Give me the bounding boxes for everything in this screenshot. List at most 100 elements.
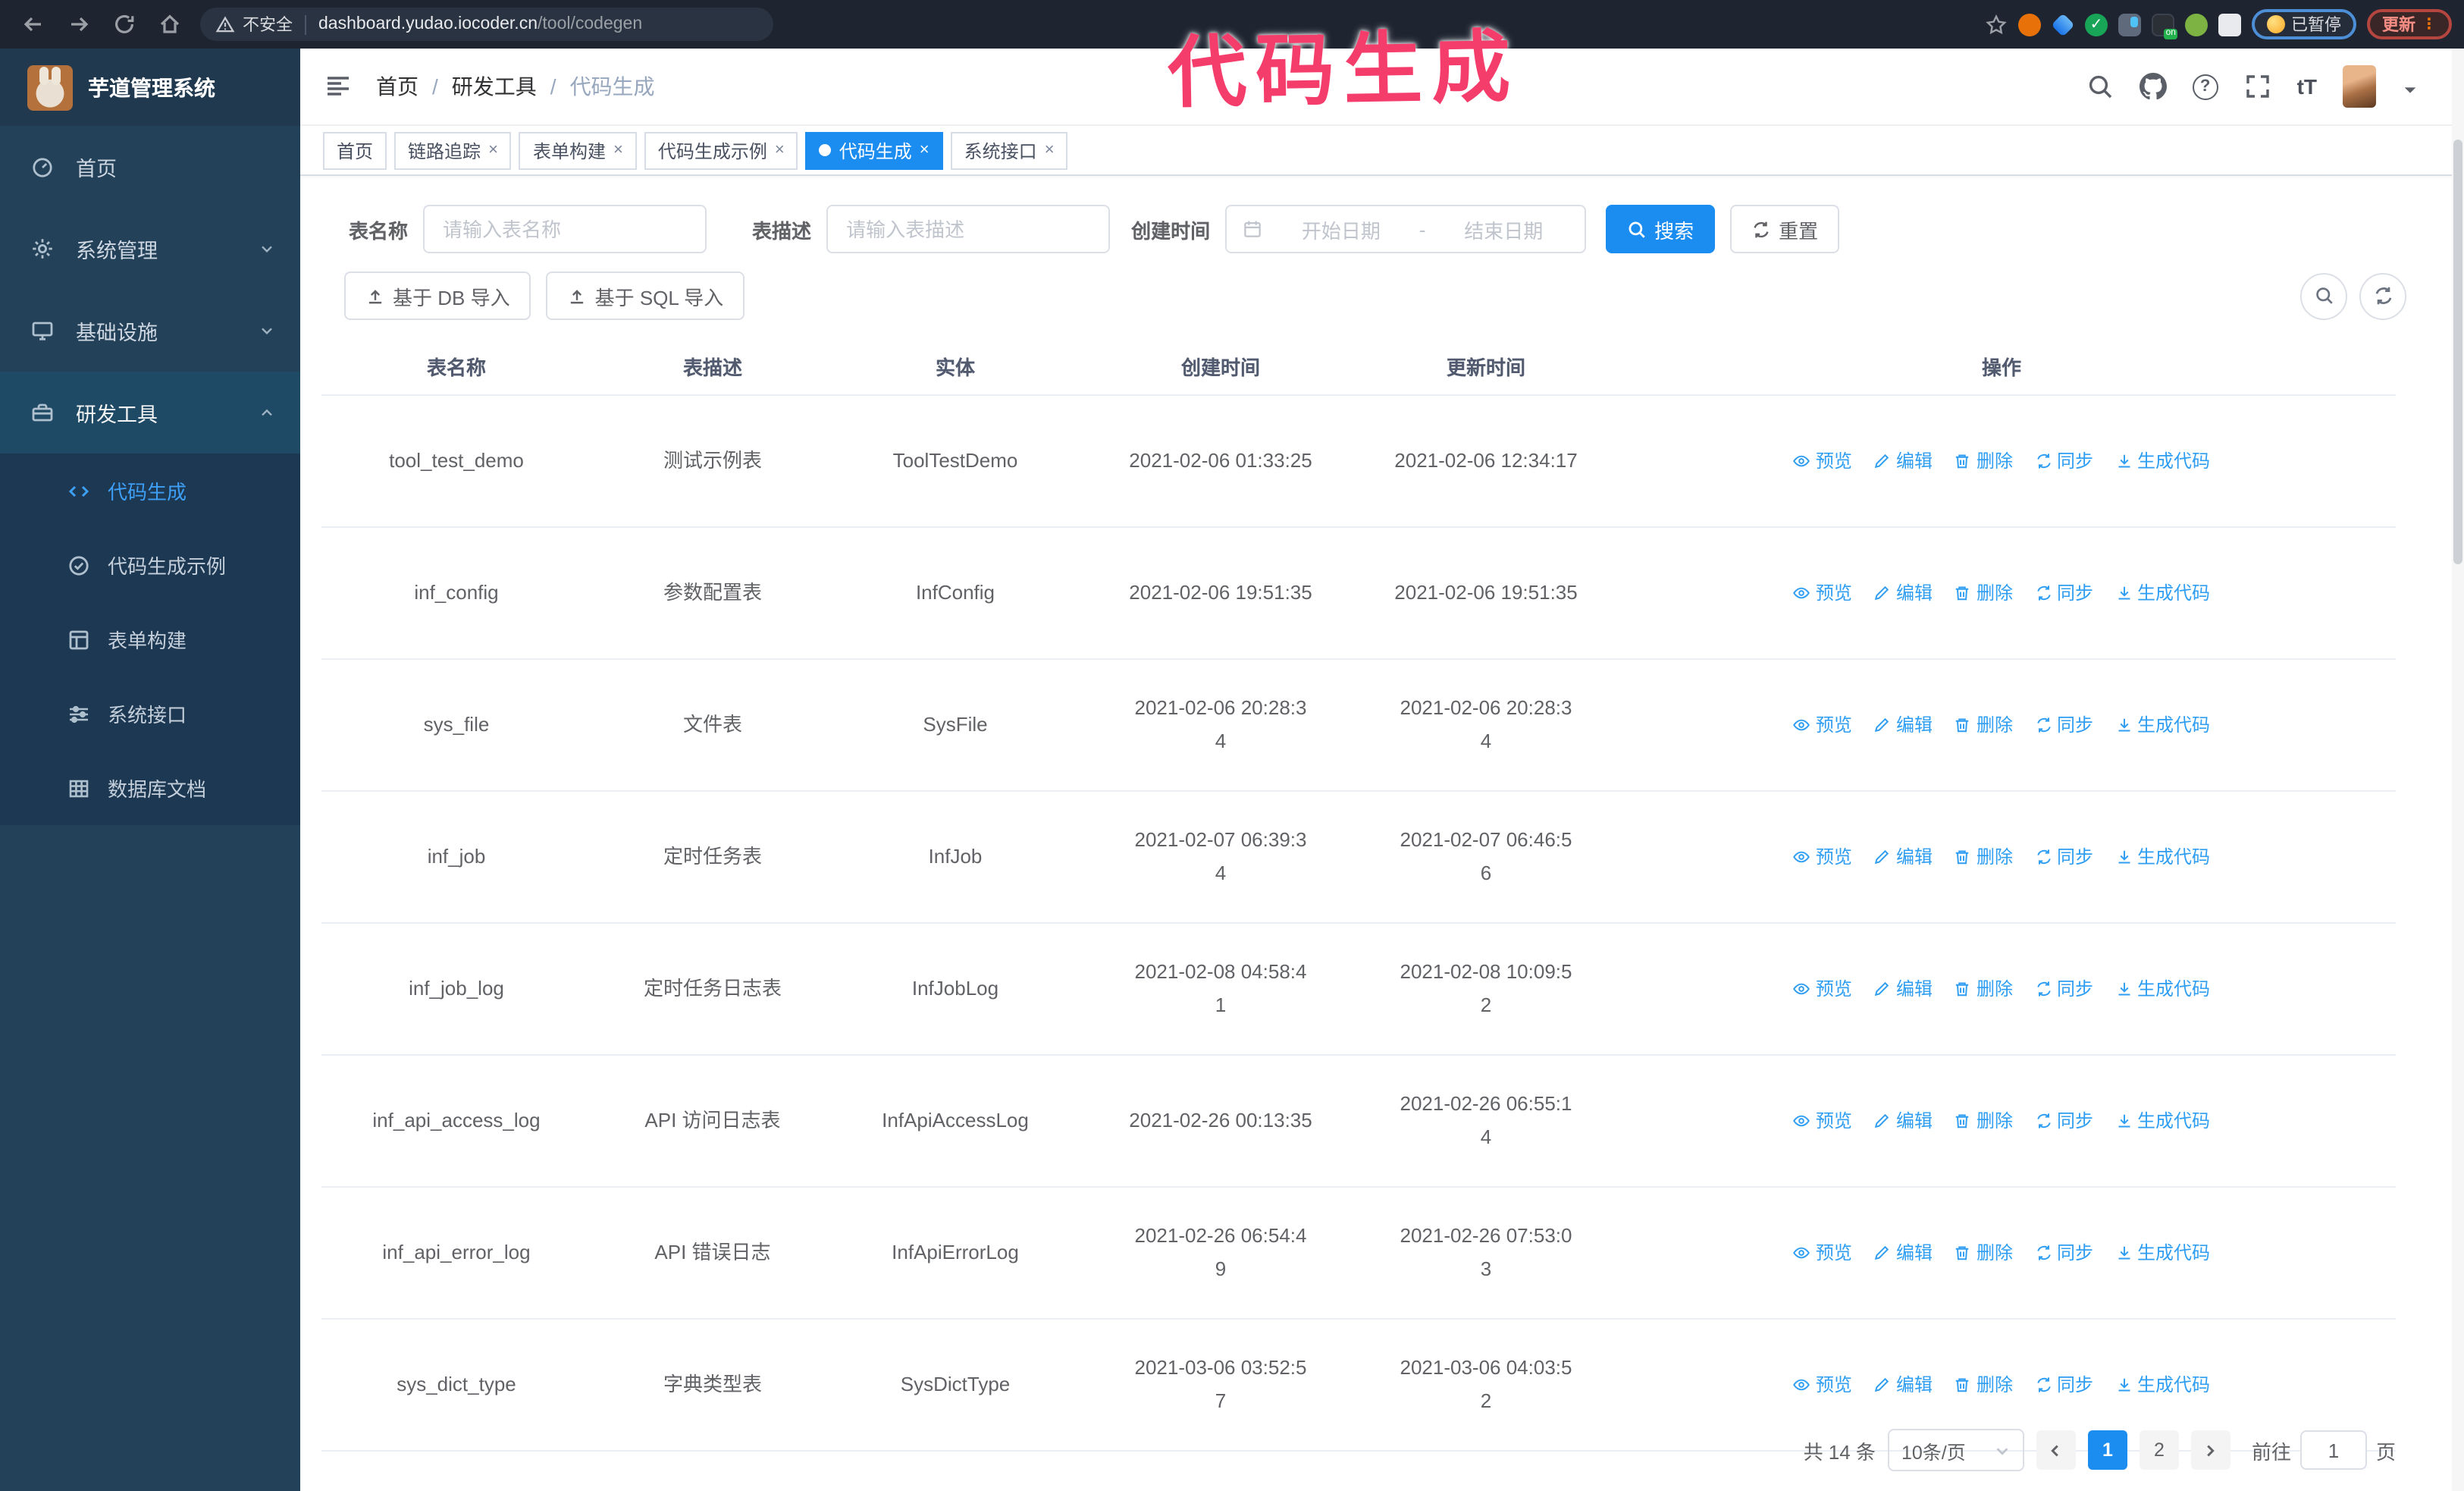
tab-home[interactable]: 首页 [323,131,387,169]
extensions-puzzle-icon[interactable] [2218,13,2241,36]
import-db-button[interactable]: 基于 DB 导入 [344,272,531,320]
edit-link[interactable]: 编辑 [1873,1236,1933,1270]
scrollbar-thumb[interactable] [2453,140,2462,564]
goto-page-input[interactable] [2299,1430,2367,1470]
submenu-item-codegen-example[interactable]: 代码生成示例 [0,528,300,602]
edit-link[interactable]: 编辑 [1873,840,1933,874]
logo[interactable]: 芋道管理系统 [0,49,300,126]
next-page-button[interactable] [2190,1430,2230,1470]
collapse-sidebar-icon[interactable] [324,73,352,100]
prev-page-button[interactable] [2036,1430,2076,1470]
toggle-search-button[interactable] [2300,272,2347,319]
preview-link[interactable]: 预览 [1793,576,1852,610]
preview-link[interactable]: 预览 [1793,444,1852,478]
sidebar-item-devtools[interactable]: 研发工具 [0,372,300,454]
tab-codegen[interactable]: 代码生成 × [805,131,943,169]
search-icon[interactable] [2086,73,2114,100]
sidebar-item-home[interactable]: 首页 [0,126,300,208]
font-size-icon[interactable]: tT [2297,74,2317,99]
date-range-input[interactable]: 开始日期 - 结束日期 [1225,205,1587,253]
close-icon[interactable]: × [488,141,498,159]
user-avatar[interactable] [2343,65,2376,108]
sync-link[interactable]: 同步 [2034,840,2093,874]
preview-link[interactable]: 预览 [1793,972,1852,1006]
reset-button[interactable]: 重置 [1730,205,1840,253]
generate-code-link[interactable]: 生成代码 [2114,576,2210,610]
submenu-item-system-api[interactable]: 系统接口 [0,676,300,751]
security-label[interactable]: 不安全 [243,12,293,36]
table-name-input[interactable] [423,205,707,253]
generate-code-link[interactable]: 生成代码 [2114,972,2210,1006]
home-icon[interactable] [158,12,182,36]
delete-link[interactable]: 删除 [1954,1236,2013,1270]
address-bar[interactable]: 不安全 dashboard.yudao.iocoder.cn/tool/code… [200,8,773,41]
search-button[interactable]: 搜索 [1606,205,1716,253]
forward-icon[interactable] [67,12,91,36]
generate-code-link[interactable]: 生成代码 [2114,1368,2210,1402]
table-desc-input[interactable] [826,205,1111,253]
url-text[interactable]: dashboard.yudao.iocoder.cn/tool/codegen [318,15,642,33]
avatar-caret-icon[interactable] [2402,78,2419,95]
preview-link[interactable]: 预览 [1793,1104,1852,1138]
sync-link[interactable]: 同步 [2034,1104,2093,1138]
tab-codegen-example[interactable]: 代码生成示例 × [644,131,798,169]
extension-icon-check[interactable]: ✓ [2085,13,2108,36]
scrollbar-track[interactable] [2452,49,2464,1491]
bookmark-star-icon[interactable] [1985,13,2008,36]
extension-icon-grid[interactable] [2118,13,2141,36]
edit-link[interactable]: 编辑 [1873,444,1933,478]
help-icon[interactable]: ? [2192,74,2218,99]
edit-link[interactable]: 编辑 [1873,1104,1933,1138]
close-icon[interactable]: × [1045,141,1055,159]
sync-link[interactable]: 同步 [2034,1368,2093,1402]
page-button-1[interactable]: 1 [2087,1430,2127,1470]
refresh-button[interactable] [2359,272,2406,319]
breadcrumb-devtools[interactable]: 研发工具 [452,71,537,102]
delete-link[interactable]: 删除 [1954,1104,2013,1138]
sidebar-item-system[interactable]: 系统管理 [0,208,300,290]
delete-link[interactable]: 删除 [1954,444,2013,478]
generate-code-link[interactable]: 生成代码 [2114,1236,2210,1270]
delete-link[interactable]: 删除 [1954,972,2013,1006]
delete-link[interactable]: 删除 [1954,1368,2013,1402]
fullscreen-icon[interactable] [2244,73,2271,100]
paused-badge[interactable]: 已暂停 [2252,9,2356,39]
extension-icon-switch[interactable]: on [2152,13,2177,39]
delete-link[interactable]: 删除 [1954,840,2013,874]
edit-link[interactable]: 编辑 [1873,972,1933,1006]
preview-link[interactable]: 预览 [1793,708,1852,742]
generate-code-link[interactable]: 生成代码 [2114,1104,2210,1138]
delete-link[interactable]: 删除 [1954,576,2013,610]
close-icon[interactable]: × [775,141,785,159]
breadcrumb-home[interactable]: 首页 [376,71,419,102]
submenu-item-db-doc[interactable]: 数据库文档 [0,751,300,825]
page-size-select[interactable]: 10条/页 [1887,1429,2024,1471]
github-icon[interactable] [2139,73,2167,100]
generate-code-link[interactable]: 生成代码 [2114,840,2210,874]
close-icon[interactable]: × [613,141,623,159]
edit-link[interactable]: 编辑 [1873,576,1933,610]
edit-link[interactable]: 编辑 [1873,708,1933,742]
update-button[interactable]: 更新 ⋮ [2367,9,2452,39]
extension-icon-green[interactable] [2185,13,2208,36]
page-button-2[interactable]: 2 [2139,1430,2179,1470]
sync-link[interactable]: 同步 [2034,1236,2093,1270]
preview-link[interactable]: 预览 [1793,1236,1852,1270]
tab-system-api[interactable]: 系统接口 × [950,131,1068,169]
sync-link[interactable]: 同步 [2034,972,2093,1006]
submenu-item-form-builder[interactable]: 表单构建 [0,602,300,676]
sync-link[interactable]: 同步 [2034,444,2093,478]
import-sql-button[interactable]: 基于 SQL 导入 [546,272,745,320]
submenu-item-codegen[interactable]: 代码生成 [0,454,300,528]
tab-form-builder[interactable]: 表单构建 × [519,131,637,169]
preview-link[interactable]: 预览 [1793,1368,1852,1402]
extension-icon-gem[interactable] [2051,12,2075,36]
preview-link[interactable]: 预览 [1793,840,1852,874]
generate-code-link[interactable]: 生成代码 [2114,444,2210,478]
delete-link[interactable]: 删除 [1954,708,2013,742]
back-icon[interactable] [21,12,45,36]
extension-icon-orange[interactable] [2018,13,2041,36]
sync-link[interactable]: 同步 [2034,576,2093,610]
close-icon[interactable]: × [920,141,929,159]
sync-link[interactable]: 同步 [2034,708,2093,742]
